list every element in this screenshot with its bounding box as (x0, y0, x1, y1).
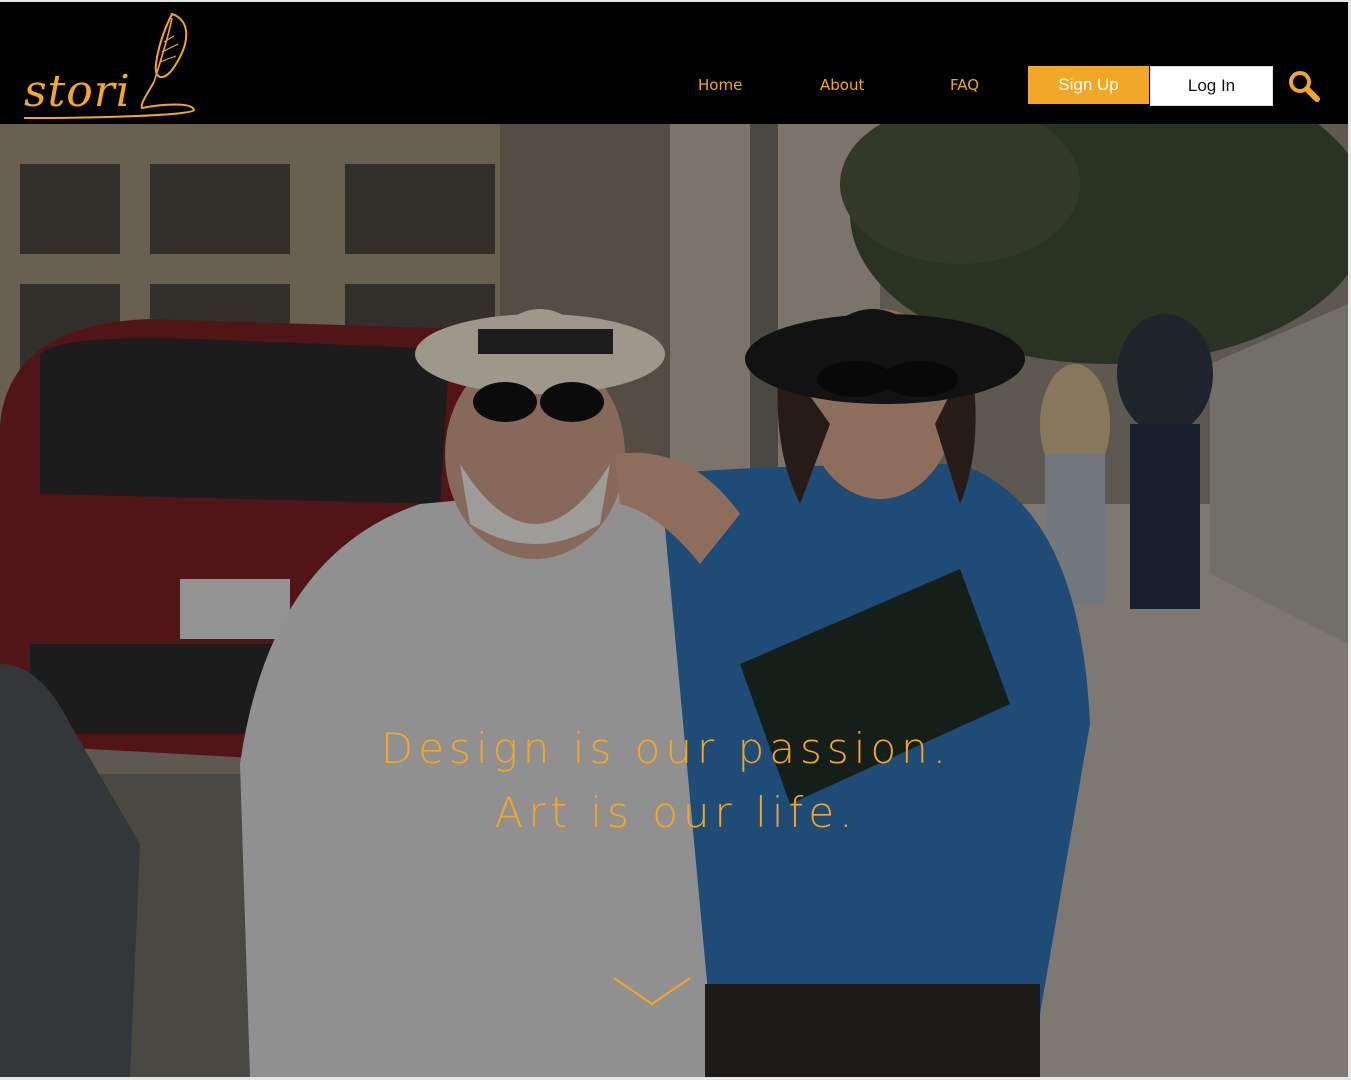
hero-dark-overlay (0, 124, 1348, 1077)
nav-faq-link[interactable]: FAQ (950, 78, 979, 93)
brand-name: stori (24, 66, 131, 117)
nav-about-link[interactable]: About (820, 78, 864, 93)
sign-up-button[interactable]: Sign Up (1028, 66, 1149, 104)
nav-home-link[interactable]: Home (698, 78, 742, 93)
chevron-down-icon (613, 977, 691, 1006)
hero-tagline-line2: Art is our life. (494, 788, 858, 837)
site-header: stori Home About FAQ Sign Up Log In (0, 2, 1348, 124)
log-in-button[interactable]: Log In (1150, 66, 1273, 106)
log-in-label: Log In (1187, 76, 1236, 95)
search-icon (1289, 71, 1320, 102)
search-button[interactable] (1286, 68, 1322, 104)
logo-link[interactable]: stori (22, 12, 202, 122)
sign-up-label: Sign Up (1058, 75, 1119, 94)
page: stori Home About FAQ Sign Up Log In Desi… (0, 2, 1348, 1077)
scroll-down-button[interactable] (612, 974, 692, 1008)
hero-section: Design is our passion. Art is our life. (0, 124, 1348, 1077)
hero-tagline-line1: Design is our passion. (380, 724, 952, 773)
